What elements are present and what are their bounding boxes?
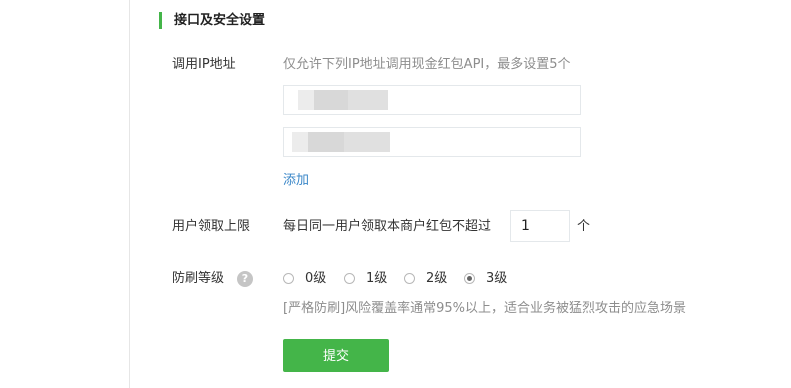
radio-circle-checked-icon: [464, 273, 475, 284]
anti-fraud-level-description: [严格防刷]风险覆盖率通常95%以上，适合业务被猛烈攻击的应急场景: [283, 301, 687, 316]
masked-ip-text: [348, 90, 388, 110]
ip-address-label: 调用IP地址: [172, 57, 236, 72]
ip-address-input-1[interactable]: [283, 85, 581, 115]
anti-fraud-level-label: 防刷等级: [172, 271, 225, 286]
question-circle-icon[interactable]: ?: [237, 271, 253, 287]
add-ip-link[interactable]: 添加: [283, 172, 309, 190]
radio-circle-icon: [283, 273, 294, 284]
settings-page: 接口及安全设置 调用IP地址 仅允许下列IP地址调用现金红包API，最多设置5个…: [0, 0, 791, 388]
masked-ip-text: [344, 132, 390, 152]
radio-label: 1级: [366, 271, 388, 286]
user-limit-label: 用户领取上限: [172, 219, 251, 234]
masked-ip-text: [308, 132, 344, 152]
user-limit-unit: 个: [577, 219, 591, 234]
submit-button[interactable]: 提交: [283, 339, 389, 372]
user-limit-text: 每日同一用户领取本商户红包不超过: [283, 219, 492, 234]
radio-label: 2级: [426, 271, 448, 286]
ip-address-input-2[interactable]: [283, 127, 581, 157]
radio-circle-icon: [404, 273, 415, 284]
masked-ip-text: [292, 132, 308, 152]
sidebar-divider: [129, 0, 130, 388]
user-limit-input[interactable]: [510, 210, 570, 242]
ip-address-hint: 仅允许下列IP地址调用现金红包API，最多设置5个: [283, 57, 571, 72]
radio-circle-icon: [344, 273, 355, 284]
masked-ip-text: [314, 90, 348, 110]
radio-label: 3级: [486, 271, 508, 286]
section-title: 接口及安全设置: [159, 12, 265, 29]
radio-label: 0级: [305, 271, 327, 286]
